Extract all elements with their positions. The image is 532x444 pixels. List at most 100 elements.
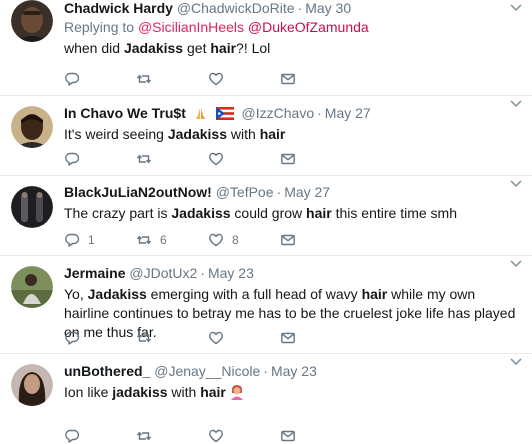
username[interactable]: @ChadwickDoRite — [177, 0, 295, 16]
tweet-text-content: Ion like jadakiss with hair — [64, 384, 226, 400]
direct-message-button[interactable] — [280, 232, 296, 248]
like-icon — [209, 429, 223, 443]
like-button[interactable] — [208, 71, 232, 87]
like-icon — [209, 331, 223, 345]
separator-dot: · — [263, 363, 268, 379]
reply-icon — [65, 72, 80, 86]
mention-link[interactable]: @SicilianInHeels — [138, 19, 244, 35]
direct-message-icon — [281, 73, 295, 85]
tweet[interactable]: Chadwick Hardy @ChadwickDoRite · May 30 Re… — [0, 0, 532, 96]
direct-message-icon — [281, 153, 295, 165]
highlighted-keyword: jadakiss — [112, 384, 168, 400]
reply-button[interactable] — [64, 71, 88, 87]
text-segment: emerging with a full head of wavy — [146, 286, 362, 302]
avatar[interactable] — [11, 0, 53, 42]
avatar[interactable] — [11, 186, 53, 228]
retweet-icon — [136, 154, 152, 164]
tweet-header: Chadwick Hardy @ChadwickDoRite · May 30 — [64, 0, 524, 17]
praying-hands-icon — [195, 108, 205, 119]
username[interactable]: @JDotUx2 — [129, 265, 197, 281]
direct-message-button[interactable] — [280, 71, 296, 87]
direct-message-button[interactable] — [280, 330, 296, 346]
text-segment: with — [227, 126, 260, 142]
display-name[interactable]: BlackJuLiaN2outNow! — [64, 184, 212, 200]
avatar[interactable] — [11, 106, 53, 148]
retweet-button[interactable] — [136, 151, 160, 167]
highlighted-keyword: hair — [306, 205, 332, 221]
retweet-button[interactable] — [136, 71, 160, 87]
highlighted-keyword: Jadakiss — [123, 40, 184, 56]
like-button[interactable]: 8 — [208, 232, 239, 248]
tweet-header: unBothered_ @Jenay__Nicole · May 23 — [64, 362, 524, 380]
username[interactable]: @Jenay__Nicole — [154, 363, 260, 379]
reply-count: 1 — [88, 233, 95, 247]
reply-icon — [65, 233, 80, 247]
tweet[interactable]: In Chavo We Tru$t @IzzChavo · May 27 It's … — [0, 96, 532, 176]
tweet[interactable]: unBothered_ @Jenay__Nicole · May 23 Ion li… — [0, 354, 532, 444]
tweet-feed: Chadwick Hardy @ChadwickDoRite · May 30 Re… — [0, 0, 532, 444]
reply-icon — [65, 331, 80, 345]
reply-button[interactable]: 1 — [64, 232, 95, 248]
retweet-button[interactable] — [136, 428, 160, 444]
tweet-header: Jermaine @JDotUx2 · May 23 — [64, 264, 524, 282]
text-segment: when did — [64, 40, 124, 56]
like-count: 8 — [232, 233, 239, 247]
display-name[interactable]: unBothered_ — [64, 363, 150, 379]
retweet-icon — [136, 431, 152, 441]
display-name[interactable]: In Chavo We Tru$t — [64, 105, 186, 121]
avatar[interactable] — [11, 266, 53, 308]
text-segment: Yo, — [64, 286, 88, 302]
tweet-text: It's weird seeing Jadakiss with hair — [64, 125, 524, 144]
reply-icon — [65, 152, 80, 166]
mention-link[interactable]: @DukeOfZamunda — [248, 19, 369, 35]
like-icon — [209, 72, 223, 86]
tweet[interactable]: BlackJuLiaN2outNow! @TefPoe · May 27 The c… — [0, 176, 532, 256]
text-segment: get — [183, 40, 211, 56]
text-segment: could grow — [230, 205, 307, 221]
woman-tipping-hand-icon — [230, 385, 243, 400]
direct-message-button[interactable] — [280, 428, 296, 444]
reply-button[interactable] — [64, 151, 88, 167]
text-segment: ?! Lol — [236, 40, 271, 56]
replying-to: Replying to @SicilianInHeels @DukeOfZamu… — [64, 18, 524, 36]
reply-button[interactable] — [64, 330, 88, 346]
like-button[interactable] — [208, 330, 232, 346]
direct-message-icon — [281, 234, 295, 246]
highlighted-keyword: Jadakiss — [167, 126, 228, 142]
like-icon — [209, 233, 223, 247]
highlighted-keyword: Jadakiss — [171, 205, 231, 221]
text-segment: this entire time smh — [331, 205, 457, 221]
username[interactable]: @TefPoe — [216, 184, 274, 200]
separator-dot: · — [317, 105, 322, 121]
tweet[interactable]: Jermaine @JDotUx2 · May 23 Yo, Jadakiss em… — [0, 256, 532, 354]
like-button[interactable] — [208, 428, 232, 444]
puerto-rico-flag-icon — [215, 107, 234, 120]
display-name[interactable]: Jermaine — [64, 265, 125, 281]
text-segment: Ion like — [64, 384, 113, 400]
highlighted-keyword: hair — [259, 126, 286, 142]
tweet-text: Ion like jadakiss with hair — [64, 383, 524, 402]
highlighted-keyword: hair — [361, 286, 388, 302]
direct-message-icon — [281, 430, 295, 442]
reply-button[interactable] — [64, 428, 88, 444]
direct-message-button[interactable] — [280, 151, 296, 167]
retweet-button[interactable] — [136, 330, 160, 346]
timestamp[interactable]: May 27 — [284, 184, 330, 200]
avatar[interactable] — [11, 364, 53, 406]
text-segment: with — [167, 384, 201, 400]
highlighted-keyword: hair — [200, 384, 226, 400]
text-segment: It's weird seeing — [64, 126, 168, 142]
retweet-button[interactable]: 6 — [136, 232, 167, 248]
timestamp[interactable]: May 23 — [271, 363, 317, 379]
username[interactable]: @IzzChavo — [242, 105, 315, 121]
timestamp[interactable]: May 27 — [325, 105, 371, 121]
like-button[interactable] — [208, 151, 232, 167]
separator-dot: · — [276, 184, 282, 200]
highlighted-keyword: hair — [210, 40, 237, 56]
tweet-text: when did Jadakiss get hair?! Lol — [64, 39, 524, 58]
reply-icon — [65, 429, 80, 443]
timestamp[interactable]: May 30 — [305, 0, 351, 16]
direct-message-icon — [281, 332, 295, 344]
timestamp[interactable]: May 23 — [208, 265, 254, 281]
display-name[interactable]: Chadwick Hardy — [64, 0, 173, 16]
